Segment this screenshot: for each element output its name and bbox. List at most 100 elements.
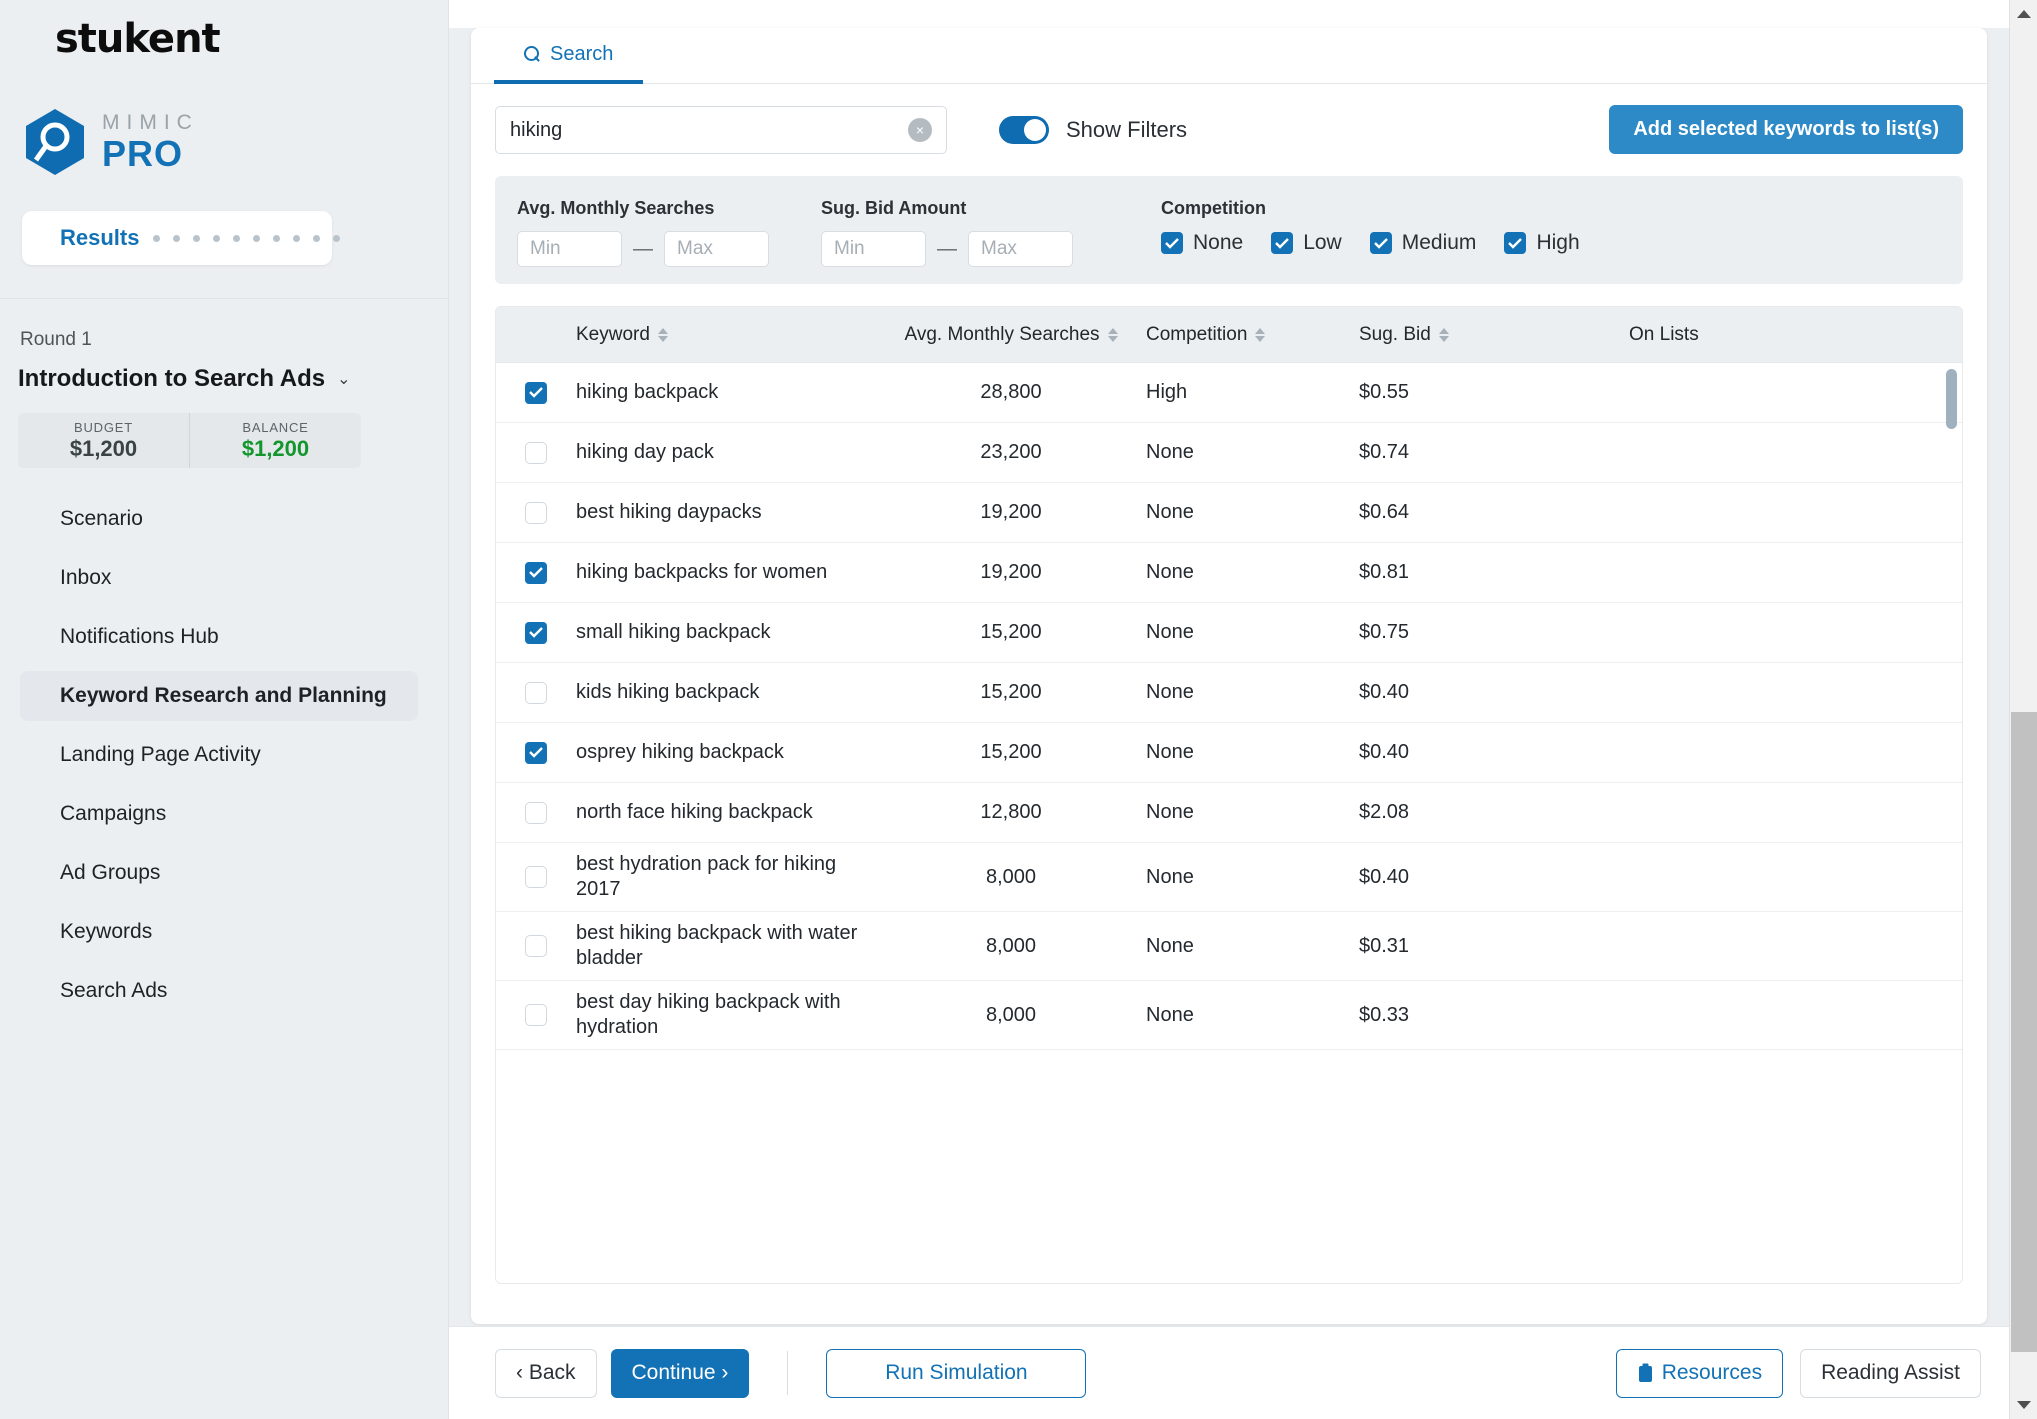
avg-monthly-searches-label: Avg. Monthly Searches bbox=[517, 198, 715, 218]
table-scrollbar-thumb[interactable] bbox=[1946, 369, 1957, 429]
checkbox-unchecked-icon[interactable] bbox=[525, 501, 547, 524]
table-row[interactable]: best hiking daypacks 19,200 None $0.64 bbox=[496, 483, 1962, 543]
row-select-cell[interactable] bbox=[496, 741, 576, 764]
row-select-cell[interactable] bbox=[496, 441, 576, 464]
filters-panel: Avg. Monthly Searches — Sug. Bid Amount … bbox=[495, 176, 1963, 284]
run-simulation-button[interactable]: Run Simulation bbox=[826, 1348, 1087, 1398]
sidebar-item-landing-page-activity[interactable]: Landing Page Activity bbox=[20, 730, 418, 780]
table-row[interactable]: osprey hiking backpack 15,200 None $0.40 bbox=[496, 723, 1962, 783]
app-root: stukent MIMIC PRO Results Round 1 Introd… bbox=[0, 0, 2037, 1419]
row-select-cell[interactable] bbox=[496, 561, 576, 584]
table-row[interactable]: best hiking backpack with water bladder … bbox=[496, 912, 1962, 981]
sidebar-item-keyword-research-and-planning[interactable]: Keyword Research and Planning bbox=[20, 671, 418, 721]
show-filters-toggle-group[interactable]: Show Filters bbox=[999, 116, 1187, 144]
course-title-dropdown[interactable]: Introduction to Search Ads ⌄ bbox=[18, 365, 448, 393]
checkbox-unchecked-icon[interactable] bbox=[525, 801, 547, 824]
table-row[interactable]: best day hiking backpack with hydration … bbox=[496, 981, 1962, 1050]
balance-value: $1,200 bbox=[241, 435, 310, 461]
checkbox-unchecked-icon[interactable] bbox=[525, 866, 547, 888]
sort-icon[interactable] bbox=[1107, 327, 1118, 342]
sidebar-item-keywords[interactable]: Keywords bbox=[20, 907, 418, 957]
range-dash: — bbox=[633, 237, 653, 260]
table-row[interactable]: best hydration pack for hiking 2017 8,00… bbox=[496, 843, 1962, 912]
back-button[interactable]: ‹ Back bbox=[495, 1348, 597, 1398]
competition-option-low[interactable]: Low bbox=[1271, 231, 1342, 255]
competition-option-none[interactable]: None bbox=[1161, 231, 1243, 255]
clear-search-icon[interactable]: × bbox=[908, 118, 932, 142]
row-select-cell[interactable] bbox=[496, 501, 576, 524]
table-row[interactable]: hiking backpacks for women 19,200 None $… bbox=[496, 543, 1962, 603]
row-select-cell[interactable] bbox=[496, 1004, 576, 1026]
row-select-cell[interactable] bbox=[496, 866, 576, 888]
sidebar-item-search-ads[interactable]: Search Ads bbox=[20, 966, 418, 1016]
checkbox-checked-icon[interactable] bbox=[1271, 232, 1294, 254]
sidebar-item-scenario[interactable]: Scenario bbox=[20, 494, 418, 544]
sort-icon[interactable] bbox=[657, 327, 668, 342]
table-row[interactable]: north face hiking backpack 12,800 None $… bbox=[496, 783, 1962, 843]
show-filters-label: Show Filters bbox=[1066, 117, 1188, 142]
resources-button[interactable]: Resources bbox=[1615, 1348, 1784, 1398]
avg-searches-min-input[interactable] bbox=[517, 231, 622, 267]
reading-assist-button[interactable]: Reading Assist bbox=[1800, 1348, 1981, 1398]
checkbox-unchecked-icon[interactable] bbox=[525, 935, 547, 957]
header-keyword[interactable]: Keyword bbox=[576, 324, 876, 346]
scroll-up-arrow-icon[interactable] bbox=[2010, 0, 2037, 28]
sug-bid-max-input[interactable] bbox=[968, 231, 1073, 267]
competition-option-high[interactable]: High bbox=[1504, 231, 1580, 255]
row-select-cell[interactable] bbox=[496, 621, 576, 644]
cell-competition: None bbox=[1146, 441, 1194, 463]
checkbox-checked-icon[interactable] bbox=[525, 381, 547, 404]
header-sug-bid[interactable]: Sug. Bid bbox=[1359, 324, 1629, 346]
checkbox-unchecked-icon[interactable] bbox=[525, 1004, 547, 1026]
stukent-logo: stukent bbox=[0, 0, 448, 62]
checkbox-checked-icon[interactable] bbox=[525, 741, 547, 764]
continue-button[interactable]: Continue › bbox=[610, 1348, 750, 1398]
sort-icon[interactable] bbox=[1438, 327, 1449, 342]
tab-label: Search bbox=[550, 42, 614, 65]
clipboard-icon bbox=[1637, 1363, 1654, 1383]
row-select-cell[interactable] bbox=[496, 935, 576, 957]
row-select-cell[interactable] bbox=[496, 681, 576, 704]
search-row: hiking × Show Filters Add selected keywo… bbox=[471, 84, 1987, 176]
footer-toolbar: ‹ Back Continue › Run Simulation Resourc… bbox=[449, 1326, 2009, 1419]
cell-keyword: osprey hiking backpack bbox=[576, 741, 784, 763]
sidebar-item-inbox[interactable]: Inbox bbox=[20, 553, 418, 603]
page-scrollbar-thumb[interactable] bbox=[2011, 712, 2037, 1352]
add-selected-keywords-button[interactable]: Add selected keywords to list(s) bbox=[1609, 105, 1963, 154]
avg-searches-max-input[interactable] bbox=[664, 231, 769, 267]
checkbox-checked-icon[interactable] bbox=[525, 561, 547, 584]
sidebar-item-label: Ad Groups bbox=[60, 861, 161, 884]
sidebar-item-notifications-hub[interactable]: Notifications Hub bbox=[20, 612, 418, 662]
row-select-cell[interactable] bbox=[496, 801, 576, 824]
search-input-wrapper[interactable]: hiking × bbox=[495, 106, 947, 154]
checkbox-checked-icon[interactable] bbox=[525, 621, 547, 644]
checkbox-checked-icon[interactable] bbox=[1369, 232, 1392, 254]
row-select-cell[interactable] bbox=[496, 381, 576, 404]
checkbox-checked-icon[interactable] bbox=[1161, 232, 1183, 254]
cell-competition: None bbox=[1146, 801, 1194, 823]
table-row[interactable]: small hiking backpack 15,200 None $0.75 bbox=[496, 603, 1962, 663]
scroll-down-arrow-icon[interactable] bbox=[2010, 1391, 2037, 1419]
table-row[interactable]: hiking backpack 28,800 High $0.55 bbox=[496, 363, 1962, 423]
sort-icon[interactable] bbox=[1255, 327, 1266, 342]
results-menu-button[interactable]: Results bbox=[22, 211, 341, 265]
sidebar-item-campaigns[interactable]: Campaigns bbox=[20, 789, 418, 839]
checkbox-unchecked-icon[interactable] bbox=[525, 681, 547, 704]
cell-keyword: hiking backpacks for women bbox=[576, 561, 828, 583]
checkbox-unchecked-icon[interactable] bbox=[525, 441, 547, 464]
checkbox-checked-icon[interactable] bbox=[1504, 232, 1527, 254]
competition-option-label: None bbox=[1193, 231, 1244, 254]
competition-option-medium[interactable]: Medium bbox=[1369, 231, 1476, 255]
header-competition[interactable]: Competition bbox=[1146, 324, 1359, 346]
cell-competition: None bbox=[1146, 561, 1194, 583]
page-scrollbar[interactable] bbox=[2009, 0, 2037, 1419]
sug-bid-min-input[interactable] bbox=[821, 231, 926, 267]
sug-bid-amount-label: Sug. Bid Amount bbox=[821, 198, 967, 218]
table-row[interactable]: kids hiking backpack 15,200 None $0.40 bbox=[496, 663, 1962, 723]
header-avg-monthly-searches[interactable]: Avg. Monthly Searches bbox=[876, 324, 1146, 346]
tab-search[interactable]: Search bbox=[494, 28, 644, 84]
sidebar-item-ad-groups[interactable]: Ad Groups bbox=[20, 848, 418, 898]
table-row[interactable]: hiking day pack 23,200 None $0.74 bbox=[496, 423, 1962, 483]
show-filters-toggle[interactable] bbox=[999, 116, 1049, 144]
sidebar: stukent MIMIC PRO Results Round 1 Introd… bbox=[0, 0, 449, 1419]
